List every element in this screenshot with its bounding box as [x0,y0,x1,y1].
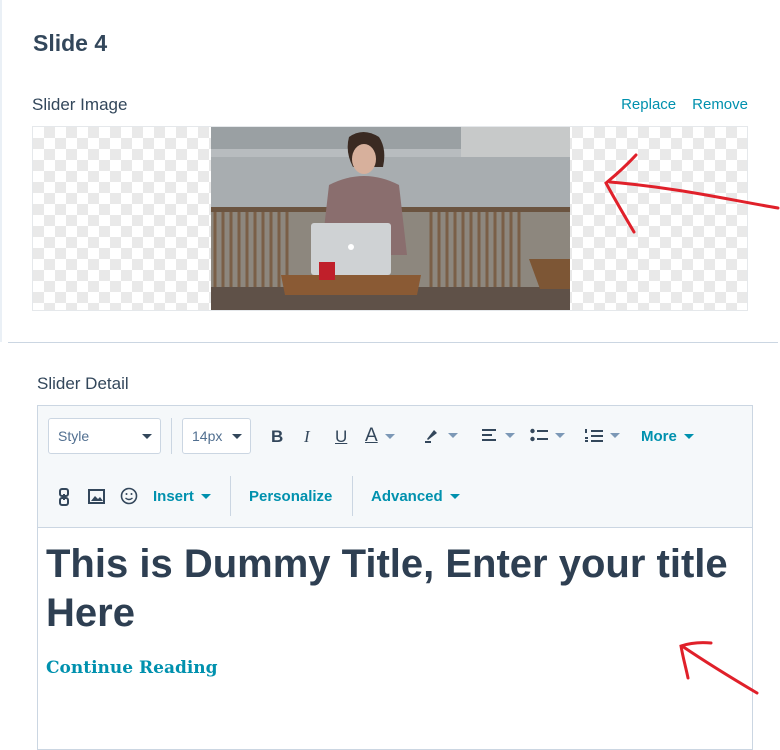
image-button[interactable] [88,489,105,504]
slider-detail-label: Slider Detail [37,374,129,393]
section-divider [8,342,778,343]
align-button[interactable] [482,428,515,442]
toolbar-separator [171,418,172,454]
chevron-down-icon [555,432,565,438]
personalize-label: Personalize [249,488,333,505]
bulleted-list-icon [530,428,548,442]
slider-image-label: Slider Image [32,95,128,114]
insert-dropdown[interactable]: Insert [153,488,211,505]
link-button[interactable] [58,488,70,506]
font-size-value: 14px [192,428,223,444]
chevron-down-icon [610,433,620,438]
image-actions: Replace Remove [621,96,748,113]
advanced-label: Advanced [371,488,443,505]
insert-label: Insert [153,488,194,505]
emoji-button[interactable] [120,487,138,505]
advanced-dropdown[interactable]: Advanced [371,488,460,505]
font-size-select[interactable]: 14px [182,418,251,454]
chevron-down-icon [449,494,460,499]
chevron-down-icon [683,434,694,439]
link-icon [59,488,69,506]
chevron-down-icon [384,433,395,439]
remove-link[interactable]: Remove [692,96,748,113]
style-select-value: Style [58,428,90,444]
style-select[interactable]: Style [48,418,161,454]
chevron-down-icon [232,434,242,439]
text-color-button[interactable]: A [365,425,395,447]
toolbar-separator [230,476,231,516]
emoji-icon [120,487,138,505]
image-icon [88,489,105,504]
align-left-icon [482,429,496,441]
bulleted-list-button[interactable] [530,428,565,442]
replace-link[interactable]: Replace [621,96,676,113]
highlight-button[interactable] [423,426,458,444]
editor-toolbar: Style 14px B I U A More Insert Personali… [38,406,752,528]
slider-photo [211,127,570,310]
underline-button[interactable]: U [335,427,347,447]
more-label: More [641,428,677,445]
highlighter-icon [425,430,437,443]
slider-image-preview[interactable] [32,126,748,311]
toolbar-separator [352,476,353,516]
chevron-down-icon [200,494,211,499]
rich-text-editor[interactable]: Style 14px B I U A More Insert Personali… [37,405,753,750]
text-color-icon: A [365,425,378,446]
slide-title: Slide 4 [33,30,108,56]
chevron-down-icon [505,432,515,438]
bold-button[interactable]: B [271,427,283,447]
chevron-down-icon [448,432,458,438]
continue-reading-link[interactable]: Continue Reading [46,658,218,678]
personalize-button[interactable]: Personalize [249,488,332,505]
content-title[interactable]: This is Dummy Title, Enter your title He… [46,540,746,638]
more-dropdown[interactable]: More [641,428,694,445]
left-rule [0,0,2,342]
numbered-list-icon [585,429,603,442]
italic-button[interactable]: I [304,427,310,447]
chevron-down-icon [142,434,152,439]
numbered-list-button[interactable] [585,428,620,443]
